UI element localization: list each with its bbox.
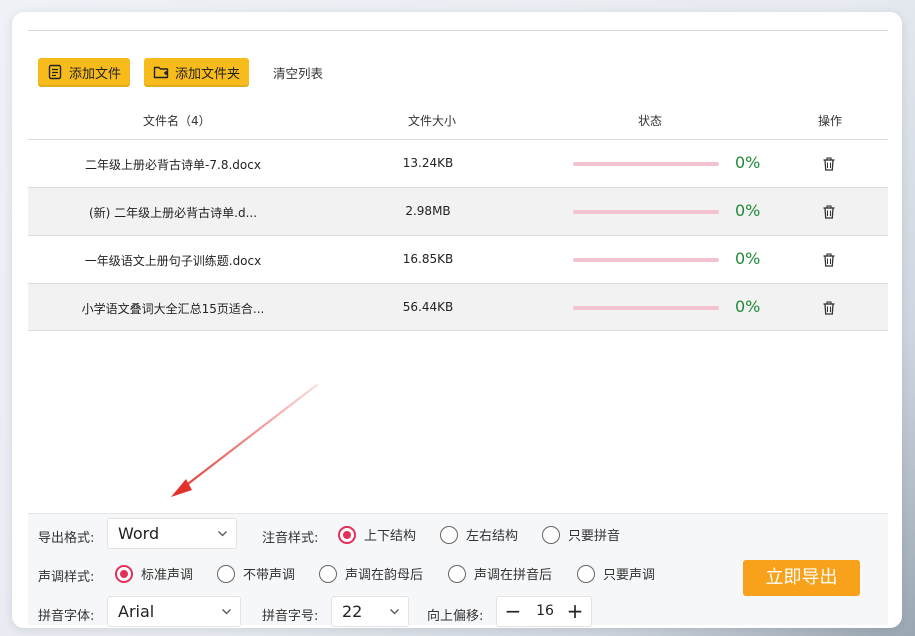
radio-tone-after-final[interactable]: 声调在韵母后 (319, 564, 423, 583)
offset-value[interactable]: 16 (527, 603, 563, 619)
pinyin-font-label: 拼音字体: (38, 609, 95, 624)
chevron-down-icon (390, 609, 399, 615)
radio-annotation-left-right[interactable]: 左右结构 (440, 525, 518, 544)
trash-icon[interactable] (822, 301, 836, 315)
table-row[interactable]: 一年级语文上册句子训练题.docx 16.85KB 0% (28, 235, 888, 283)
radio-label: 声调在拼音后 (474, 568, 553, 583)
file-list-icon (48, 64, 62, 80)
radio-label: 不带声调 (243, 568, 296, 583)
radio-tone-none[interactable]: 不带声调 (217, 564, 295, 583)
export-format-label: 导出格式: (38, 531, 95, 546)
radio-unselected-icon (217, 564, 235, 583)
minus-icon[interactable]: − (501, 599, 525, 623)
file-name: (新) 二年级上册必背古诗单.d... (88, 206, 258, 220)
file-size: 2.98MB (405, 204, 451, 218)
table-header: 文件名（4） 文件大小 状态 操作 (28, 99, 888, 139)
radio-unselected-icon (542, 525, 560, 544)
file-size: 16.85KB (402, 252, 454, 266)
pinyin-size-select[interactable]: 22 (331, 596, 409, 627)
export-now-button[interactable]: 立即导出 (743, 560, 860, 596)
pinyin-font-select[interactable]: Arial (107, 596, 241, 627)
trash-icon[interactable] (822, 205, 836, 219)
export-format-value: Word (118, 524, 160, 543)
header-operation: 操作 (818, 114, 843, 128)
plus-icon[interactable]: + (563, 599, 587, 623)
radio-label: 左右结构 (466, 529, 519, 544)
file-name: 二年级上册必背古诗单-7.8.docx (85, 158, 261, 172)
annotation-style-label: 注音样式: (262, 531, 319, 546)
file-name: 一年级语文上册句子训练题.docx (84, 254, 262, 268)
chevron-down-icon (218, 531, 227, 537)
file-panel: 添加文件 添加文件夹 清空列表 文件名（4） 文件大小 状态 操作 二年级上册必… (28, 30, 888, 627)
add-folder-button[interactable]: 添加文件夹 (144, 57, 250, 87)
radio-label: 只要声调 (603, 568, 656, 583)
app-window: 添加文件 添加文件夹 清空列表 文件名（4） 文件大小 状态 操作 二年级上册必… (12, 12, 902, 628)
add-file-label: 添加文件 (69, 66, 122, 82)
progress-percent: 0% (735, 297, 761, 316)
radio-selected-icon (338, 525, 356, 544)
progress-bar (573, 258, 719, 262)
file-name: 小学语文叠词大全汇总15页适合... (81, 302, 265, 316)
trash-icon[interactable] (822, 157, 836, 171)
radio-tone-only[interactable]: 只要声调 (577, 564, 655, 583)
radio-annotation-top-bottom[interactable]: 上下结构 (338, 525, 416, 544)
chevron-down-icon (222, 609, 231, 615)
export-format-select[interactable]: Word (107, 518, 237, 549)
table-row[interactable]: (新) 二年级上册必背古诗单.d... 2.98MB 0% (28, 187, 888, 235)
progress-bar (573, 210, 719, 214)
progress-percent: 0% (735, 201, 761, 220)
radio-tone-after-pinyin[interactable]: 声调在拼音后 (448, 564, 552, 583)
radio-unselected-icon (448, 564, 466, 583)
radio-selected-icon (115, 564, 133, 583)
clear-list-button[interactable]: 清空列表 (273, 63, 323, 82)
header-filesize: 文件大小 (408, 114, 457, 128)
header-filename: 文件名（4） (143, 114, 211, 128)
offset-up-label: 向上偏移: (427, 609, 484, 624)
radio-unselected-icon (577, 564, 595, 583)
radio-label: 标准声调 (141, 568, 194, 583)
toolbar: 添加文件 添加文件夹 清空列表 (38, 57, 323, 87)
add-file-button[interactable]: 添加文件 (38, 57, 131, 87)
radio-unselected-icon (440, 525, 458, 544)
radio-label: 只要拼音 (568, 529, 621, 544)
table-row[interactable]: 小学语文叠词大全汇总15页适合... 56.44KB 0% (28, 283, 888, 331)
folder-add-icon (153, 66, 169, 79)
add-folder-label: 添加文件夹 (175, 66, 241, 82)
pinyin-font-value: Arial (118, 602, 155, 621)
progress-bar (573, 162, 719, 166)
offset-stepper[interactable]: − 16 + (496, 596, 592, 627)
radio-unselected-icon (319, 564, 337, 583)
header-status: 状态 (638, 114, 663, 128)
file-size: 13.24KB (402, 156, 454, 170)
progress-bar (573, 306, 719, 310)
progress-percent: 0% (735, 153, 761, 172)
progress-percent: 0% (735, 249, 761, 268)
radio-label: 声调在韵母后 (345, 568, 424, 583)
radio-annotation-pinyin-only[interactable]: 只要拼音 (542, 525, 620, 544)
pinyin-size-label: 拼音字号: (262, 609, 319, 624)
tone-style-label: 声调样式: (38, 570, 95, 585)
trash-icon[interactable] (822, 253, 836, 267)
radio-tone-standard[interactable]: 标准声调 (115, 564, 193, 583)
pinyin-size-value: 22 (342, 602, 363, 621)
radio-label: 上下结构 (364, 529, 417, 544)
file-size: 56.44KB (402, 300, 454, 314)
table-row[interactable]: 二年级上册必背古诗单-7.8.docx 13.24KB 0% (28, 139, 888, 187)
